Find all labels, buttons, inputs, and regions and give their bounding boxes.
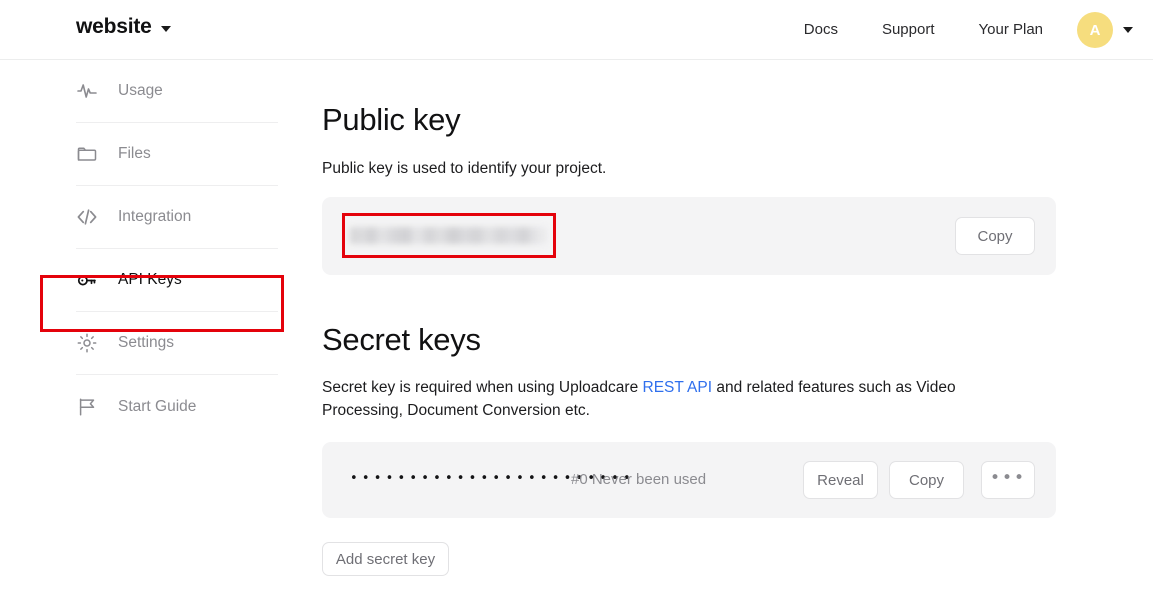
top-header: website Docs Support Your Plan A	[0, 0, 1153, 60]
secret-keys-description-part1: Secret key is required when using Upload…	[322, 379, 643, 396]
code-icon	[76, 206, 98, 228]
api-keys-page: website Docs Support Your Plan A Usage F…	[0, 0, 1153, 595]
header-nav: Docs Support Your Plan	[782, 0, 1065, 60]
activity-icon	[76, 80, 98, 102]
sidebar-item-label: API Keys	[118, 271, 182, 288]
project-name: website	[76, 15, 152, 38]
sidebar-item-settings[interactable]: Settings	[76, 312, 278, 375]
nav-link-your-plan[interactable]: Your Plan	[957, 0, 1066, 60]
sidebar-item-label: Files	[118, 145, 151, 162]
sidebar-item-label: Integration	[118, 208, 192, 225]
public-key-card: Copy	[322, 197, 1056, 275]
secret-keys-title: Secret keys	[322, 322, 481, 357]
public-key-description: Public key is used to identify your proj…	[322, 160, 607, 177]
reveal-secret-key-button[interactable]: Reveal	[803, 461, 878, 499]
secret-key-more-options-button[interactable]: •••	[981, 461, 1035, 499]
public-key-title: Public key	[322, 102, 461, 137]
sidebar-item-label: Settings	[118, 334, 175, 351]
secret-key-usage-meta: #0 Never been used	[571, 471, 707, 488]
project-switcher[interactable]: website	[76, 15, 171, 39]
rest-api-link[interactable]: REST API	[643, 379, 713, 396]
sidebar-item-api-keys[interactable]: API Keys	[76, 249, 278, 312]
sidebar-item-integration[interactable]: Integration	[76, 186, 278, 249]
folder-icon	[76, 143, 98, 165]
add-secret-key-button[interactable]: Add secret key	[322, 542, 449, 576]
secret-key-row: •••••••••••••••••••••••• #0 Never been u…	[322, 442, 1056, 518]
main-content: Public key Public key is used to identif…	[300, 60, 1153, 595]
avatar[interactable]: A	[1077, 12, 1113, 48]
nav-link-docs[interactable]: Docs	[782, 0, 860, 60]
key-icon	[76, 269, 98, 291]
copy-public-key-button[interactable]: Copy	[955, 217, 1035, 255]
gear-icon	[76, 332, 98, 354]
public-key-value[interactable]	[350, 227, 548, 244]
sidebar: Usage Files Integration API Keys Setting…	[0, 60, 300, 595]
chevron-down-icon	[1123, 27, 1133, 33]
account-menu[interactable]: A	[1077, 0, 1133, 60]
sidebar-item-label: Start Guide	[118, 397, 197, 415]
sidebar-item-files[interactable]: Files	[76, 123, 278, 186]
sidebar-item-start-guide[interactable]: Start Guide	[76, 375, 278, 438]
nav-link-support[interactable]: Support	[860, 0, 957, 60]
secret-keys-description: Secret key is required when using Upload…	[322, 376, 1022, 422]
sidebar-item-label: Usage	[118, 82, 163, 99]
sidebar-item-usage[interactable]: Usage	[76, 60, 278, 123]
copy-secret-key-button[interactable]: Copy	[889, 461, 964, 499]
chevron-down-icon	[160, 25, 171, 32]
flag-icon	[76, 396, 98, 418]
